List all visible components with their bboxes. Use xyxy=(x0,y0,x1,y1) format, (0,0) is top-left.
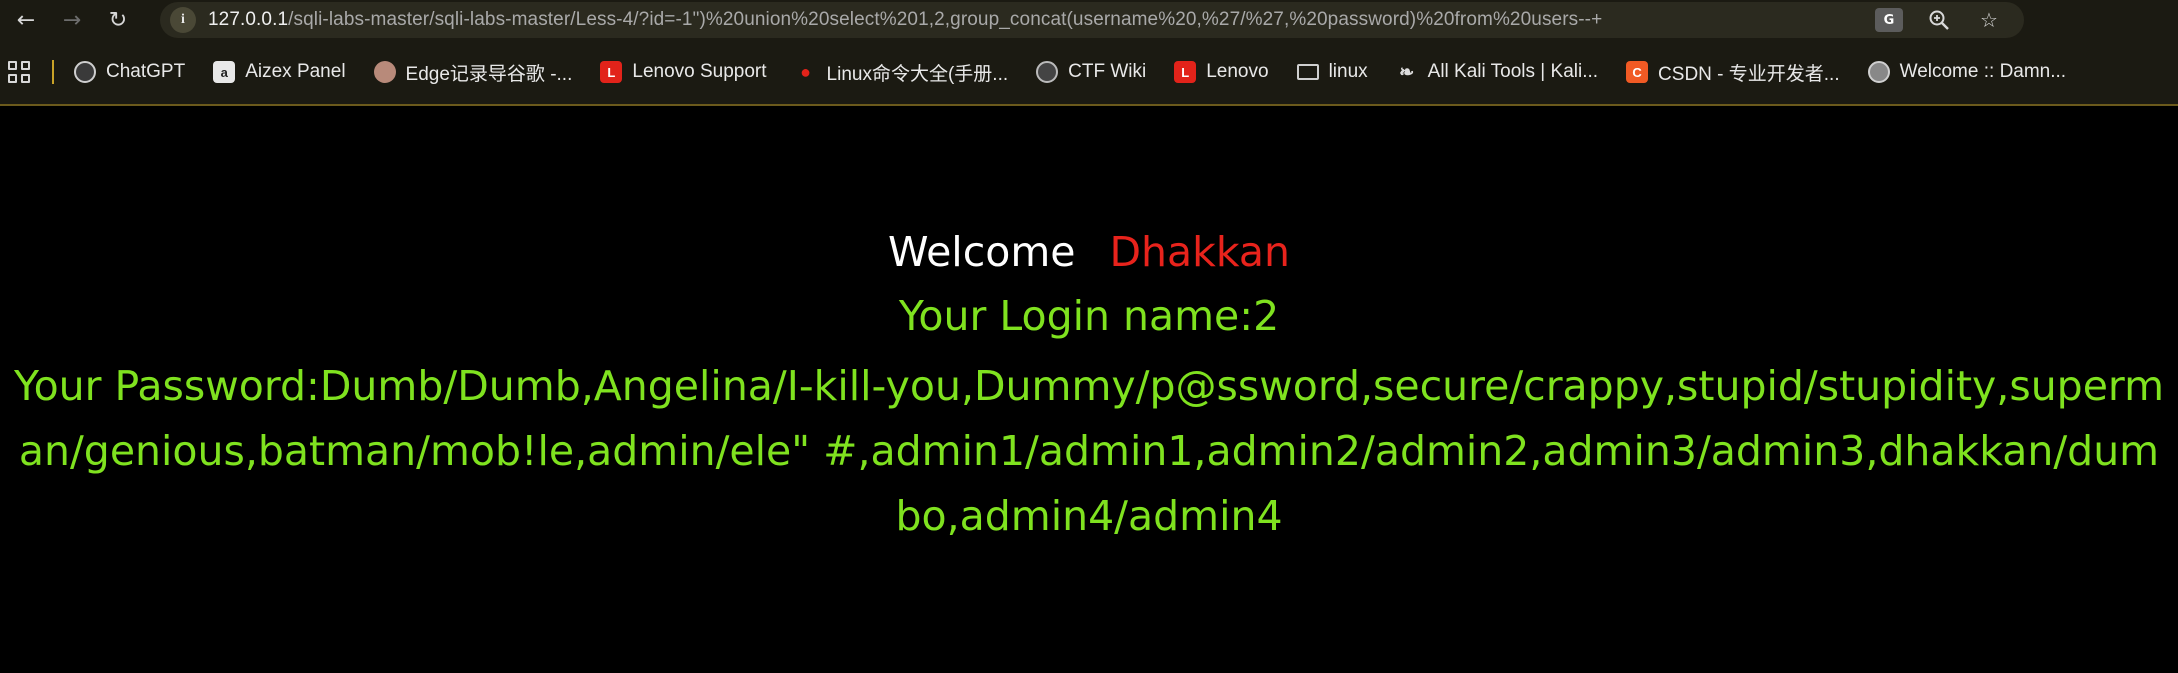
csdn-icon: C xyxy=(1626,61,1649,83)
url-text[interactable]: 127.0.0.1/sqli-labs-master/sqli-labs-mas… xyxy=(208,9,1602,31)
username-text: Dhakkan xyxy=(1109,228,1291,276)
globe-icon xyxy=(1867,61,1890,83)
bookmark-label: All Kali Tools | Kali... xyxy=(1427,61,1599,82)
bookmark-lenovo-support[interactable]: L Lenovo Support xyxy=(600,61,767,83)
redhat-icon: ● xyxy=(800,61,811,82)
bookmark-linux-commands[interactable]: ● Linux命令大全(手册... xyxy=(795,59,1009,86)
address-bar-actions: G ☆ xyxy=(1874,2,2024,38)
folder-icon xyxy=(1296,64,1319,80)
bookmark-aizex-panel[interactable]: a Aizex Panel xyxy=(213,61,346,83)
bookmark-label: ChatGPT xyxy=(106,61,186,82)
aizex-icon: a xyxy=(213,61,236,83)
bookmark-lenovo[interactable]: L Lenovo xyxy=(1174,61,1269,83)
bookmark-label: Linux命令大全(手册... xyxy=(826,63,1009,85)
bookmark-csdn[interactable]: C CSDN - 专业开发者... xyxy=(1626,59,1840,86)
bookmark-label: Welcome :: Damn... xyxy=(1899,61,2067,82)
browser-toolbar: ← → ↻ i 127.0.0.1/sqli-labs-master/sqli-… xyxy=(0,0,2178,40)
password-text: Your Password:Dumb/Dumb,Angelina/I-kill-… xyxy=(13,362,2165,540)
bookmark-kali-tools[interactable]: ❧ All Kali Tools | Kali... xyxy=(1396,61,1598,83)
welcome-text: Welcome xyxy=(887,228,1076,276)
bookmark-label: Lenovo xyxy=(1206,61,1269,82)
info-icon[interactable]: i xyxy=(170,7,196,33)
page-content: Welcome Dhakkan Your Login name:2 Your Pa… xyxy=(0,106,2178,673)
welcome-line: Welcome Dhakkan xyxy=(0,228,2178,276)
bookmarks-separator xyxy=(52,60,54,84)
translate-icon[interactable]: G xyxy=(1874,5,1904,35)
apps-grid-icon[interactable] xyxy=(8,61,30,83)
forward-icon[interactable]: → xyxy=(54,2,90,38)
bookmark-folder-linux[interactable]: linux xyxy=(1296,61,1368,83)
chatgpt-icon xyxy=(74,61,96,83)
login-name-text: Your Login name:2 xyxy=(898,292,1280,340)
bookmark-label: Edge记录导谷歌 -... xyxy=(405,63,573,85)
edge-avatar-icon xyxy=(373,61,396,83)
star-icon[interactable]: ☆ xyxy=(1974,5,2004,35)
lenovo-icon: L xyxy=(600,61,623,83)
bookmark-label: CTF Wiki xyxy=(1068,61,1147,82)
bookmark-label: CSDN - 专业开发者... xyxy=(1658,63,1840,85)
bookmark-label: Aizex Panel xyxy=(245,61,346,82)
bookmark-ctf-wiki[interactable]: CTF Wiki xyxy=(1036,61,1146,83)
back-icon[interactable]: ← xyxy=(8,2,44,38)
url-path: /sqli-labs-master/sqli-labs-master/Less-… xyxy=(288,9,1603,30)
bookmarks-bar: ChatGPT a Aizex Panel Edge记录导谷歌 -... L Len… xyxy=(0,40,2178,106)
bookmark-edge-export[interactable]: Edge记录导谷歌 -... xyxy=(373,59,573,86)
bookmark-chatgpt[interactable]: ChatGPT xyxy=(74,61,185,83)
lenovo-icon: L xyxy=(1174,61,1197,83)
url-host: 127.0.0.1 xyxy=(208,9,289,30)
reload-icon[interactable]: ↻ xyxy=(100,2,136,38)
ctf-wiki-icon xyxy=(1036,61,1059,83)
kali-icon: ❧ xyxy=(1399,61,1415,82)
address-bar[interactable]: i 127.0.0.1/sqli-labs-master/sqli-labs-m… xyxy=(160,2,2024,38)
bookmark-welcome-damn[interactable]: Welcome :: Damn... xyxy=(1867,61,2067,83)
bookmark-label: Lenovo Support xyxy=(632,61,767,82)
bookmark-label: linux xyxy=(1328,61,1368,82)
zoom-icon[interactable] xyxy=(1924,5,1954,35)
